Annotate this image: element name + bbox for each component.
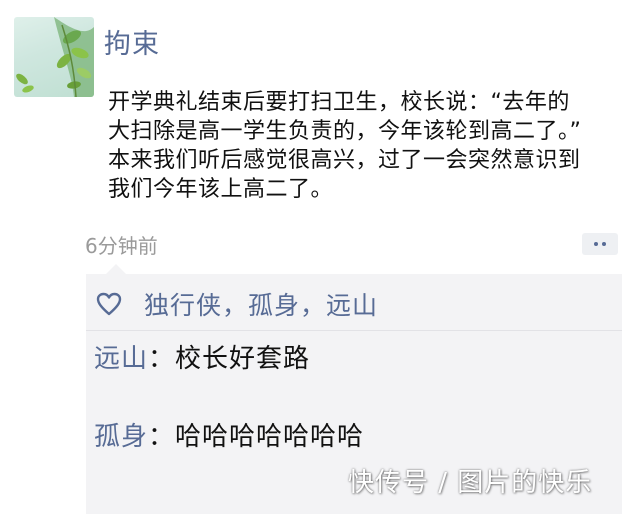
leaves-avatar-icon [16,17,94,97]
divider [86,330,622,331]
avatar[interactable] [14,17,94,97]
post-author-name[interactable]: 拘束 [104,22,160,61]
comment-author[interactable]: 孤身 [94,416,148,453]
comment-item[interactable]: 孤身 ： 哈哈哈哈哈哈哈 [94,416,364,453]
likes-row: 独行侠，孤身，远山 [96,286,378,322]
heart-icon[interactable] [96,292,122,316]
dot-icon [594,242,598,246]
likes-names[interactable]: 独行侠，孤身，远山 [144,286,378,322]
comment-author[interactable]: 远山 [94,338,148,375]
comment-text: 哈哈哈哈哈哈哈 [175,422,365,452]
dot-icon [602,242,606,246]
comment-separator: ： [148,344,176,374]
comment-text: 校长好套路 [175,344,311,374]
watermark: 快传号 / 图片的快乐 [348,468,593,498]
more-options-button[interactable] [582,233,618,255]
comment-separator: ： [148,422,176,452]
comment-item[interactable]: 远山 ： 校长好套路 [94,338,310,375]
post-text: 开学典礼结束后要打扫卫生，校长说：“去年的 大扫除是高一学生负责的，今年该轮到高… [108,90,582,202]
post-timestamp: 6分钟前 [85,234,158,258]
